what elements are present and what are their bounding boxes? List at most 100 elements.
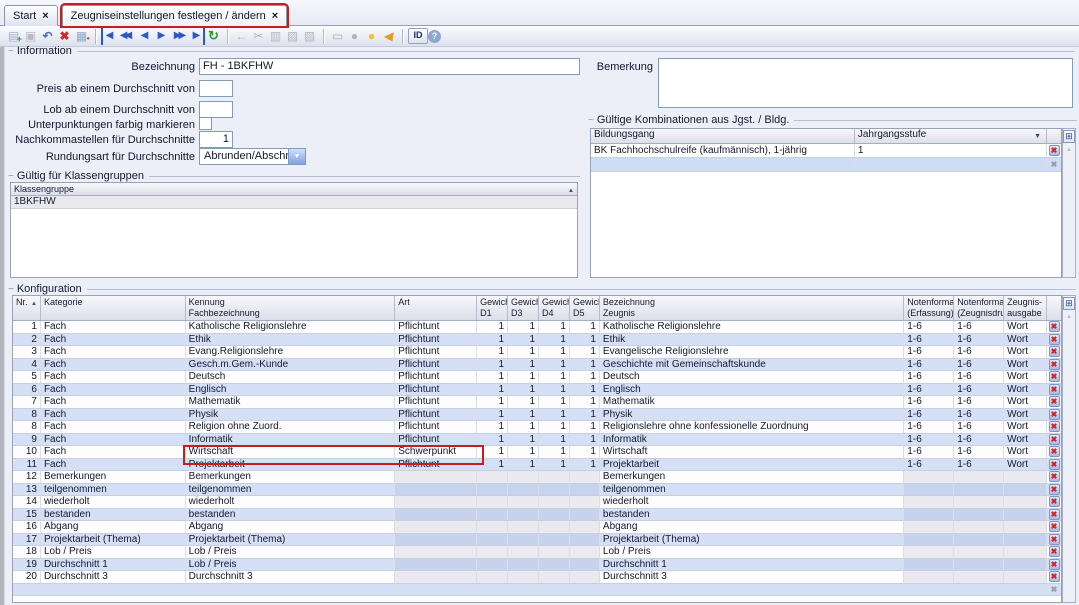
cell-d4[interactable] [539, 521, 570, 534]
cell-d4[interactable]: 1 [539, 384, 570, 397]
cell-art[interactable]: Schwerpunkt [395, 446, 477, 459]
cell-nr[interactable]: 3 [13, 346, 41, 359]
cell-kategorie[interactable]: Fach [41, 334, 186, 347]
cell-d4[interactable]: 1 [539, 421, 570, 434]
cell-nf_druck[interactable]: 1-6 [954, 421, 1004, 434]
cell-kennung[interactable]: Projektarbeit (Thema) [186, 534, 396, 547]
paste-icon[interactable]: ▨ [284, 28, 301, 45]
cell-nf_druck[interactable]: 1-6 [954, 321, 1004, 334]
column-header-art[interactable]: Art [395, 296, 477, 320]
kombinationen-scrollbar[interactable]: ⊞ ▲ [1062, 128, 1076, 278]
cell-d3[interactable]: 1 [508, 446, 539, 459]
cell-kategorie[interactable]: Fach [41, 359, 186, 372]
cell-kategorie[interactable]: Fach [41, 371, 186, 384]
cell-nr[interactable]: 8 [13, 409, 41, 422]
cell-d4[interactable] [539, 584, 570, 597]
filter-dropdown-icon[interactable]: ▼ [1034, 132, 1041, 143]
cell-kennung[interactable]: Bemerkungen [186, 471, 396, 484]
cell-ausgabe[interactable]: Wort [1004, 459, 1047, 472]
table-row[interactable]: 3FachEvang.ReligionslehrePflichtunt1111E… [13, 346, 1061, 359]
cell-bezeichnung[interactable]: Durchschnitt 3 [600, 571, 904, 584]
cell-kennung[interactable]: Wirtschaft [186, 446, 396, 459]
cell-d1[interactable]: 1 [477, 346, 508, 359]
cell-d5[interactable]: 1 [570, 321, 600, 334]
cell-nf_druck[interactable]: 1-6 [954, 446, 1004, 459]
table-row[interactable]: 7FachMathematikPflichtunt1111Mathematik1… [13, 396, 1061, 409]
cell-nf_erfassung[interactable] [904, 571, 954, 584]
cell-art[interactable] [395, 496, 477, 509]
cell-d3[interactable]: 1 [508, 321, 539, 334]
help-icon[interactable]: ? [428, 30, 441, 43]
table-row[interactable]: 8FachPhysikPflichtunt1111Physik1-61-6Wor… [13, 409, 1061, 422]
cell-nr[interactable] [13, 584, 41, 597]
cell-d1[interactable] [477, 584, 508, 597]
cell-d5[interactable]: 1 [570, 346, 600, 359]
cell-d1[interactable]: 1 [477, 459, 508, 472]
chevron-down-icon[interactable]: ▼ [288, 149, 305, 164]
cell-ausgabe[interactable] [1004, 521, 1047, 534]
cell-kategorie[interactable]: Projektarbeit (Thema) [41, 534, 186, 547]
cell-d4[interactable] [539, 471, 570, 484]
konfiguration-scrollbar[interactable]: ⊞ ▲ [1062, 295, 1076, 603]
cell-d1[interactable]: 1 [477, 409, 508, 422]
cell-bezeichnung[interactable]: wiederholt [600, 496, 904, 509]
close-icon[interactable]: × [272, 10, 278, 22]
delete-row-button[interactable]: ✖ [1049, 321, 1060, 332]
cell-bezeichnung[interactable]: Durchschnitt 1 [600, 559, 904, 572]
cell-d5[interactable] [570, 584, 600, 597]
cell-kennung[interactable]: Evang.Religionslehre [186, 346, 396, 359]
cell-d5[interactable]: 1 [570, 384, 600, 397]
cell-nr[interactable]: 2 [13, 334, 41, 347]
cell-nf_erfassung[interactable]: 1-6 [904, 421, 954, 434]
cell-d1[interactable] [477, 559, 508, 572]
delete-row-button[interactable]: ✖ [1049, 346, 1060, 357]
cell-nf_erfassung[interactable]: 1-6 [904, 346, 954, 359]
back-arrow-icon[interactable]: ← [233, 28, 250, 45]
cell-kennung[interactable]: Durchschnitt 3 [186, 571, 396, 584]
cell-d3[interactable]: 1 [508, 434, 539, 447]
column-header-d1[interactable]: GewichtD1 [477, 296, 508, 320]
cell-nf_druck[interactable] [954, 509, 1004, 522]
cell-d5[interactable]: 1 [570, 396, 600, 409]
table-row[interactable]: 19Durchschnitt 1Lob / PreisDurchschnitt … [13, 559, 1061, 572]
cell-nf_erfassung[interactable]: 1-6 [904, 434, 954, 447]
copy-icon[interactable]: ▥ [267, 28, 284, 45]
cell-bezeichnung[interactable]: Projektarbeit [600, 459, 904, 472]
delete-row-button[interactable]: ✖ [1049, 521, 1060, 532]
cell-art[interactable]: Pflichtunt [395, 421, 477, 434]
cell-kennung[interactable]: Lob / Preis [186, 546, 396, 559]
cell-d5[interactable] [570, 471, 600, 484]
cell-d4[interactable] [539, 546, 570, 559]
cell-bezeichnung[interactable]: Evangelische Religionslehre [600, 346, 904, 359]
cell-nr[interactable]: 1 [13, 321, 41, 334]
klassengruppe-row[interactable]: 1BKFHW [11, 196, 577, 209]
cut-icon[interactable]: ✂ [250, 28, 267, 45]
cell-kennung[interactable]: Gesch.m.Gem.-Kunde [186, 359, 396, 372]
cell-nf_erfassung[interactable] [904, 484, 954, 497]
cell-ausgabe[interactable]: Wort [1004, 359, 1047, 372]
cell-art[interactable] [395, 509, 477, 522]
delete-row-button[interactable]: ✖ [1049, 571, 1060, 582]
table-row[interactable]: 10FachWirtschaftSchwerpunkt1111Wirtschaf… [13, 446, 1061, 459]
refresh-icon[interactable]: ↻ [205, 28, 222, 45]
cell-nr[interactable]: 19 [13, 559, 41, 572]
cell-ausgabe[interactable] [1004, 471, 1047, 484]
cell-d1[interactable]: 1 [477, 359, 508, 372]
cell-nf_erfassung[interactable] [904, 509, 954, 522]
cell-d3[interactable] [508, 584, 539, 597]
cell-bezeichnung[interactable]: Deutsch [600, 371, 904, 384]
cell-d3[interactable]: 1 [508, 359, 539, 372]
cell-d1[interactable]: 1 [477, 446, 508, 459]
cell-d5[interactable] [570, 509, 600, 522]
cell-d3[interactable] [508, 509, 539, 522]
first-record-icon[interactable]: ◀ [101, 28, 116, 45]
cell-kategorie[interactable]: Durchschnitt 1 [41, 559, 186, 572]
cell-nf_druck[interactable]: 1-6 [954, 434, 1004, 447]
save-icon[interactable]: ▣ [22, 28, 39, 45]
table-row[interactable]: 11FachProjektarbeitPflichtunt1111Projekt… [13, 459, 1061, 472]
cell-d1[interactable]: 1 [477, 434, 508, 447]
cell-bezeichnung[interactable]: Lob / Preis [600, 546, 904, 559]
cell-bezeichnung[interactable]: Wirtschaft [600, 446, 904, 459]
delete-row-button[interactable]: ✖ [1049, 446, 1060, 457]
cell-ausgabe[interactable] [1004, 496, 1047, 509]
